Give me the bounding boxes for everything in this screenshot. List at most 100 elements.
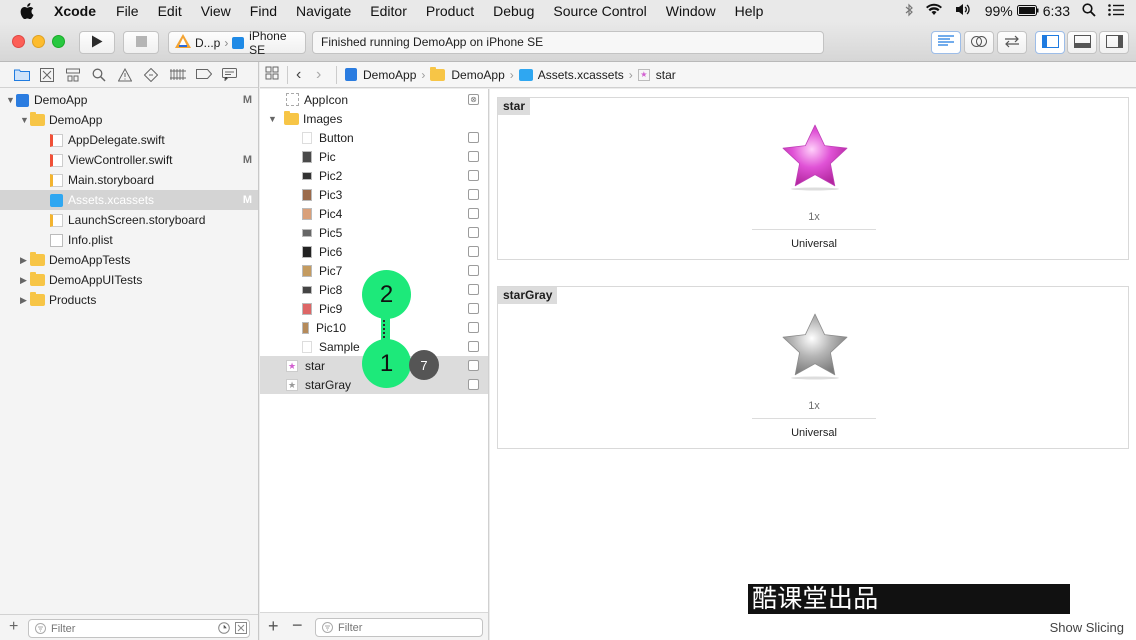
menu-navigate[interactable]: Navigate: [296, 3, 351, 19]
asset-checkbox[interactable]: [468, 208, 479, 219]
symbol-tab-icon[interactable]: [66, 68, 84, 82]
menu-app-name[interactable]: Xcode: [54, 3, 96, 19]
image-set-stargray[interactable]: starGray 1x Universal: [497, 286, 1129, 449]
tree-item-viewcontroller[interactable]: ViewController.swift M: [0, 150, 258, 170]
disclosure-closed-icon[interactable]: ▶: [20, 255, 30, 266]
crumb-project[interactable]: DemoApp: [345, 68, 416, 82]
asset-checkbox[interactable]: [468, 284, 479, 295]
tree-item-main-storyboard[interactable]: Main.storyboard: [0, 170, 258, 190]
image-set-star[interactable]: star 1x Universal: [497, 97, 1129, 260]
breakpoint-tab-icon[interactable]: [196, 68, 214, 82]
asset-row-pic6[interactable]: Pic6: [260, 242, 488, 261]
menu-product[interactable]: Product: [426, 3, 474, 19]
toggle-debug-area-button[interactable]: [1067, 31, 1097, 54]
asset-checkbox[interactable]: [468, 227, 479, 238]
back-icon[interactable]: ‹: [296, 66, 316, 84]
scheme-selector[interactable]: D...p › iPhone SE: [168, 29, 306, 57]
asset-checkbox[interactable]: [468, 303, 479, 314]
tree-item-group-demoapp[interactable]: ▼ DemoApp: [0, 110, 258, 130]
asset-row-pic3[interactable]: Pic3: [260, 185, 488, 204]
asset-checkbox[interactable]: [468, 265, 479, 276]
asset-checkbox[interactable]: [468, 379, 479, 390]
menu-find[interactable]: Find: [250, 3, 277, 19]
tree-item-info-plist[interactable]: Info.plist: [0, 230, 258, 250]
standard-editor-button[interactable]: [931, 31, 961, 54]
spotlight-icon[interactable]: [1082, 2, 1096, 20]
menu-editor[interactable]: Editor: [370, 3, 407, 19]
tree-item-tests[interactable]: ▶ DemoAppTests: [0, 250, 258, 270]
source-control-tab-icon[interactable]: [40, 67, 58, 82]
remove-icon[interactable]: −: [292, 615, 303, 636]
menu-debug[interactable]: Debug: [493, 3, 534, 19]
battery-icon[interactable]: [1016, 3, 1039, 19]
add-icon[interactable]: +: [9, 618, 18, 636]
notification-center-icon[interactable]: [1108, 3, 1124, 19]
asset-folder-images[interactable]: ▼ Images: [260, 109, 488, 128]
asset-checkbox[interactable]: [468, 170, 479, 181]
asset-checkbox[interactable]: [468, 132, 479, 143]
source-control-filter-icon[interactable]: [235, 622, 247, 637]
minimize-window-button[interactable]: [32, 35, 45, 48]
find-tab-icon[interactable]: [92, 68, 110, 82]
bluetooth-icon[interactable]: [905, 3, 913, 20]
tree-item-uitests[interactable]: ▶ DemoAppUITests: [0, 270, 258, 290]
crumb-group[interactable]: DemoApp: [430, 66, 505, 82]
menu-source-control[interactable]: Source Control: [553, 3, 646, 19]
menu-window[interactable]: Window: [666, 3, 716, 19]
star-gray-image-icon[interactable]: [780, 312, 850, 383]
menu-help[interactable]: Help: [735, 3, 764, 19]
tree-item-launchscreen[interactable]: LaunchScreen.storyboard: [0, 210, 258, 230]
test-tab-icon[interactable]: [144, 67, 162, 82]
tree-item-appdelegate[interactable]: AppDelegate.swift: [0, 130, 258, 150]
menu-file[interactable]: File: [116, 3, 139, 19]
version-editor-button[interactable]: [997, 31, 1027, 54]
navigator-filter-input[interactable]: [28, 619, 250, 638]
debug-tab-icon[interactable]: [170, 68, 188, 82]
stop-button[interactable]: [123, 31, 159, 54]
wifi-icon[interactable]: [925, 3, 943, 19]
asset-row-pic4[interactable]: Pic4: [260, 204, 488, 223]
related-items-icon[interactable]: [265, 66, 281, 83]
add-icon[interactable]: +: [268, 616, 279, 637]
forward-icon[interactable]: ›: [316, 66, 336, 84]
asset-checkbox[interactable]: [468, 322, 479, 333]
clock[interactable]: 6:33: [1043, 3, 1070, 19]
asset-checkbox[interactable]: [468, 151, 479, 162]
toggle-navigator-button[interactable]: [1035, 31, 1065, 54]
issue-tab-icon[interactable]: [118, 67, 136, 82]
assistant-editor-button[interactable]: [964, 31, 994, 54]
asset-checkbox[interactable]: [468, 246, 479, 257]
crumb-asset-catalog[interactable]: Assets.xcassets: [518, 68, 624, 82]
asset-checkbox[interactable]: [468, 341, 479, 352]
asset-row-appicon[interactable]: AppIcon ⊗: [260, 90, 488, 109]
zoom-window-button[interactable]: [52, 35, 65, 48]
close-window-button[interactable]: [12, 35, 25, 48]
crumb-image-set[interactable]: ★ star: [637, 68, 676, 82]
toggle-utilities-button[interactable]: [1099, 31, 1129, 54]
volume-icon[interactable]: [955, 3, 973, 19]
disclosure-closed-icon[interactable]: ▶: [20, 295, 30, 306]
star-image-icon[interactable]: [780, 123, 850, 194]
asset-checkbox[interactable]: [468, 360, 479, 371]
asset-row-pic5[interactable]: Pic5: [260, 223, 488, 242]
folder-tab-icon[interactable]: [14, 68, 32, 82]
tree-item-products[interactable]: ▶ Products: [0, 290, 258, 310]
menu-view[interactable]: View: [201, 3, 231, 19]
asset-row-pic10[interactable]: Pic10: [260, 318, 488, 337]
disclosure-open-icon[interactable]: ▼: [20, 115, 30, 125]
report-tab-icon[interactable]: [222, 67, 240, 82]
asset-row-pic[interactable]: Pic: [260, 147, 488, 166]
asset-row-pic2[interactable]: Pic2: [260, 166, 488, 185]
asset-checkbox[interactable]: [468, 189, 479, 200]
menu-edit[interactable]: Edit: [158, 3, 182, 19]
tree-item-assets[interactable]: Assets.xcassets M: [0, 190, 258, 210]
disclosure-open-icon[interactable]: ▼: [268, 114, 278, 124]
run-button[interactable]: [79, 31, 115, 54]
asset-filter-input[interactable]: [315, 618, 483, 637]
tree-item-project[interactable]: ▼ DemoApp M: [0, 90, 258, 110]
show-slicing-button[interactable]: Show Slicing: [1050, 620, 1124, 635]
disclosure-closed-icon[interactable]: ▶: [20, 275, 30, 286]
asset-row-button[interactable]: Button: [260, 128, 488, 147]
apple-icon[interactable]: [20, 3, 38, 19]
recent-files-icon[interactable]: [218, 622, 230, 637]
